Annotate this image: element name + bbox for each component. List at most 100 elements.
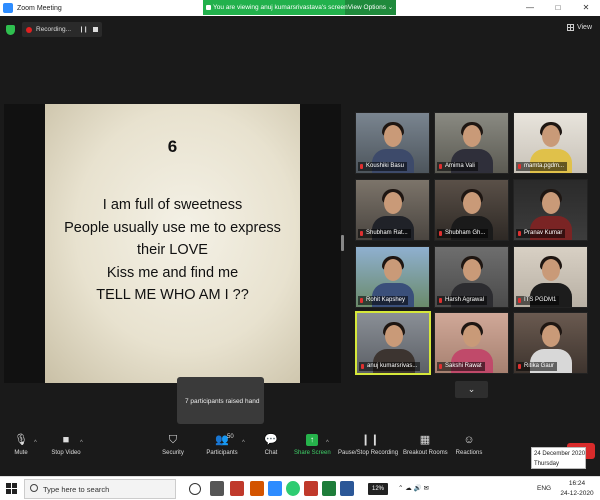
slide-line: their LOVE bbox=[137, 242, 208, 258]
participant-tile[interactable]: Harsh Agrawal bbox=[434, 246, 509, 308]
raised-hand-text: 7 participants raised hand bbox=[185, 398, 260, 405]
battery-indicator[interactable]: 12% bbox=[368, 483, 388, 495]
language-indicator[interactable]: ENG bbox=[537, 477, 551, 500]
participant-video bbox=[384, 192, 402, 214]
view-label: View bbox=[576, 24, 592, 31]
pause-icon: ❙❙ bbox=[361, 434, 380, 446]
participant-tile[interactable]: Amima Vali bbox=[434, 112, 509, 174]
participant-video bbox=[385, 325, 403, 347]
search-placeholder: Type here to search bbox=[43, 485, 110, 494]
reactions-button[interactable]: ☺ Reactions bbox=[455, 434, 483, 456]
muted-mic-icon bbox=[439, 231, 442, 236]
participant-tile[interactable]: Pranav Kumar bbox=[513, 179, 588, 241]
participant-tile[interactable]: Rohit Kapshey bbox=[355, 246, 430, 308]
muted-mic-icon bbox=[518, 364, 521, 369]
chat-button[interactable]: 💬 Chat bbox=[262, 434, 280, 456]
participant-tile[interactable]: Shubham Rat... bbox=[355, 179, 430, 241]
stop-recording-icon[interactable] bbox=[93, 27, 99, 32]
participant-video bbox=[542, 125, 560, 147]
participants-options-caret[interactable]: ^ bbox=[242, 440, 245, 446]
shared-screen-area: 6 I am full of sweetness People usually … bbox=[4, 104, 341, 383]
windows-start-icon[interactable] bbox=[6, 483, 18, 495]
windows-taskbar: Type here to search 12% ⌃ ☁ 🔊 ✉ ENG 16:2… bbox=[0, 476, 600, 500]
breakout-rooms-button[interactable]: ▦ Breakout Rooms bbox=[403, 434, 448, 456]
participant-video bbox=[463, 125, 481, 147]
participant-tile[interactable]: Sakshi Rawat bbox=[434, 312, 509, 374]
participant-name: anuj kumarsrivas... bbox=[367, 363, 418, 369]
slide-line: I am full of sweetness bbox=[102, 197, 243, 213]
word-icon[interactable] bbox=[340, 481, 354, 496]
participant-tile[interactable]: Ritika Gaur bbox=[513, 312, 588, 374]
clock-date: 24-12-2020 bbox=[560, 490, 594, 497]
participant-gallery: Koushiki Basu Amima Vali mamta.pgdm... S… bbox=[355, 112, 590, 379]
viewing-screen-banner: You are viewing anuj kumarsrivastava's s… bbox=[203, 0, 396, 15]
participant-video bbox=[384, 259, 402, 281]
taskbar-search-box[interactable]: Type here to search bbox=[24, 479, 176, 499]
taskbar-clock[interactable]: 16:24 24-12-2020 bbox=[560, 479, 594, 499]
stop-video-button[interactable]: ■ Stop Video bbox=[48, 434, 84, 456]
participant-name: Amima Vali bbox=[445, 163, 475, 169]
participant-name: Rohit Kapshey bbox=[366, 297, 406, 303]
antivirus-app-icon[interactable] bbox=[230, 481, 244, 496]
participant-video bbox=[542, 259, 560, 281]
security-button[interactable]: ⛉ Security bbox=[160, 434, 186, 456]
share-screen-icon: ↑ bbox=[306, 434, 318, 446]
participant-tile[interactable]: Koushiki Basu bbox=[355, 112, 430, 174]
recording-dot-icon bbox=[26, 26, 32, 33]
raised-hand-tooltip: 7 participants raised hand bbox=[177, 377, 264, 424]
participant-name: Ritika Gaur bbox=[524, 363, 555, 369]
participant-video bbox=[463, 325, 481, 347]
microphone-icon: 🎙 bbox=[14, 434, 28, 446]
task-view-icon[interactable] bbox=[210, 481, 224, 496]
slide-text: I am full of sweetness People usually us… bbox=[45, 194, 300, 307]
grid-icon: ▦ bbox=[419, 434, 431, 446]
share-screen-button[interactable]: ↑ Share Screen bbox=[294, 434, 331, 456]
date-tooltip: 24 December 2020 Thursday bbox=[531, 447, 586, 469]
clock-time: 16:24 bbox=[568, 480, 586, 487]
cortana-icon[interactable] bbox=[189, 483, 201, 495]
share-options-caret[interactable]: ^ bbox=[326, 440, 329, 446]
office-app-icon[interactable] bbox=[250, 481, 264, 496]
zoom-meeting-window: Zoom Meeting — □ ✕ You are viewing anuj … bbox=[0, 0, 600, 500]
muted-mic-icon bbox=[439, 364, 442, 369]
meeting-info-shield-icon[interactable] bbox=[6, 25, 15, 35]
gallery-next-page-button[interactable]: ⌄ bbox=[455, 381, 488, 398]
participant-tile[interactable]: mamta.pgdm... bbox=[513, 112, 588, 174]
participant-tile[interactable]: ITS PGDM1 bbox=[513, 246, 588, 308]
video-options-caret[interactable]: ^ bbox=[80, 440, 83, 446]
system-tray-icons[interactable]: ⌃ ☁ 🔊 ✉ bbox=[398, 477, 429, 500]
zoom-app-icon bbox=[3, 3, 13, 13]
excel-icon[interactable] bbox=[322, 481, 336, 496]
video-camera-icon: ■ bbox=[62, 434, 70, 446]
muted-mic-icon bbox=[518, 164, 521, 169]
minimize-button[interactable]: — bbox=[516, 0, 544, 16]
smiley-icon: ☺ bbox=[463, 434, 475, 446]
audio-options-caret[interactable]: ^ bbox=[34, 440, 37, 446]
pause-stop-recording-button[interactable]: ❙❙ Pause/Stop Recording bbox=[338, 434, 398, 456]
mute-button[interactable]: 🎙 Mute bbox=[8, 434, 34, 456]
view-button[interactable]: View bbox=[566, 24, 592, 31]
chrome-icon[interactable] bbox=[286, 481, 300, 496]
date-text: 24 December 2020 bbox=[534, 451, 586, 457]
meeting-info-bar: Recording... ❙❙ View bbox=[0, 16, 600, 42]
recording-indicator: Recording... ❙❙ bbox=[22, 22, 102, 37]
participant-video bbox=[542, 325, 560, 347]
participant-video bbox=[463, 259, 481, 281]
window-title: Zoom Meeting bbox=[17, 4, 62, 12]
maximize-button[interactable]: □ bbox=[544, 0, 572, 16]
muted-mic-icon bbox=[360, 164, 363, 169]
participants-button[interactable]: 👥 50 Participants bbox=[203, 434, 241, 456]
powerpoint-icon[interactable] bbox=[304, 481, 318, 496]
participant-video bbox=[463, 192, 481, 214]
participant-video bbox=[542, 192, 560, 214]
participant-tile-active-speaker[interactable]: anuj kumarsrivas... bbox=[355, 311, 431, 375]
participant-name: Harsh Agrawal bbox=[445, 297, 485, 303]
participant-name: Pranav Kumar bbox=[524, 230, 563, 236]
view-options-button[interactable]: View Options ⌄ bbox=[345, 0, 396, 15]
panel-resize-handle[interactable] bbox=[341, 235, 344, 251]
search-icon bbox=[30, 484, 38, 492]
close-button[interactable]: ✕ bbox=[572, 0, 600, 16]
participant-tile[interactable]: Shubham Gh... bbox=[434, 179, 509, 241]
pause-recording-icon[interactable]: ❙❙ bbox=[79, 26, 88, 33]
zoom-taskbar-icon[interactable] bbox=[268, 481, 282, 496]
